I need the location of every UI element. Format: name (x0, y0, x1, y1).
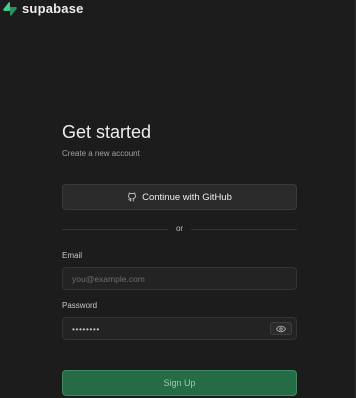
email-field[interactable] (62, 267, 297, 290)
divider-text: or (175, 224, 184, 233)
continue-with-github-button[interactable]: Continue with GitHub (62, 184, 297, 210)
eye-icon (276, 325, 286, 332)
github-icon (128, 192, 136, 202)
toggle-password-visibility-button[interactable] (270, 322, 292, 335)
sign-up-button[interactable]: Sign Up (62, 370, 297, 396)
divider-line-right (191, 228, 297, 230)
brand-header[interactable]: supabase (3, 0, 84, 18)
signup-page: supabase Get started Create a new accoun… (0, 0, 356, 398)
password-field[interactable] (62, 317, 297, 340)
github-button-label: Continue with GitHub (142, 191, 232, 203)
email-label: Email (62, 251, 83, 260)
page-subtitle: Create a new account (62, 149, 140, 158)
brand-name: supabase (22, 1, 84, 16)
divider-line-left (62, 228, 168, 230)
page-title: Get started (62, 122, 152, 142)
password-label: Password (62, 301, 98, 310)
or-divider: or (62, 224, 297, 234)
supabase-bolt-icon (3, 2, 17, 16)
sign-up-button-label: Sign Up (163, 378, 196, 388)
signup-form: Get started Create a new account Continu… (62, 120, 297, 396)
